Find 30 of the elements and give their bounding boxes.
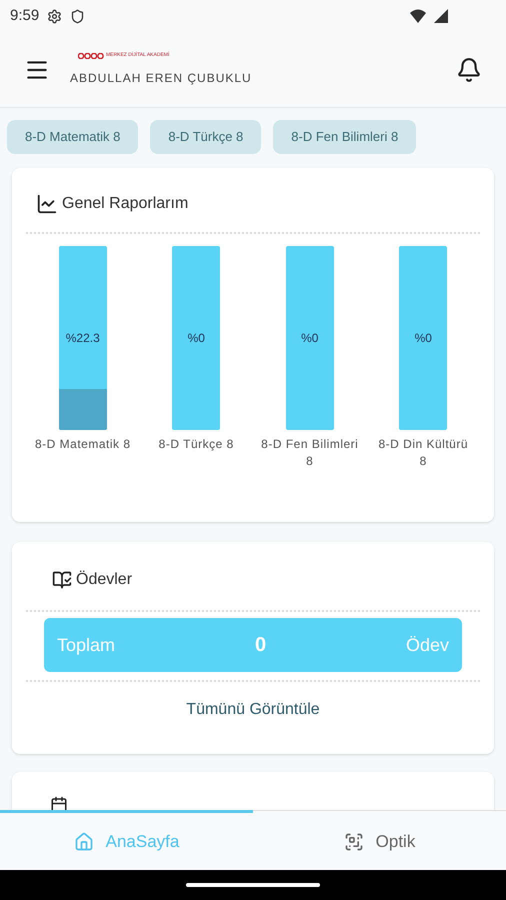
- nav-tab[interactable]: Optik: [253, 810, 506, 870]
- status-time: 9:59: [10, 6, 40, 26]
- bar-label: 8-D Matematik 8: [34, 436, 131, 453]
- total-count: 0: [254, 633, 266, 658]
- notification-icon[interactable]: [456, 56, 482, 82]
- qr-code-icon: [344, 832, 364, 852]
- course-tab[interactable]: 8-D Fen Bilimleri 8: [273, 120, 416, 154]
- user-name: ABDULLAH EREN ÇUBUKLU: [70, 70, 253, 88]
- homework-icon: [52, 570, 72, 590]
- logo-icon: [78, 52, 104, 58]
- bar-reading: %0: [301, 330, 318, 347]
- card-title: Ödevler: [76, 570, 132, 590]
- course-tab[interactable]: 8-D Türkçe 8: [150, 120, 262, 154]
- home-icon: [74, 832, 94, 852]
- total-unit: Ödev: [406, 634, 449, 656]
- bar-reading: %22.3: [66, 330, 100, 347]
- total-label: Toplam: [57, 634, 116, 657]
- bar-reading: %0: [188, 330, 205, 347]
- shield-icon: [70, 8, 86, 24]
- settings-icon: [47, 8, 62, 24]
- chart-icon: [36, 193, 58, 215]
- bar-label: 8-D Türkçe 8: [158, 436, 234, 453]
- signal-icon: [434, 9, 448, 23]
- card-title: Genel Raporlarım: [62, 194, 188, 214]
- view-all-link[interactable]: Tümünü Görüntüle: [186, 698, 320, 722]
- bar-label: 8-D Fen Bilimleri 8: [260, 436, 360, 470]
- bar-reading: %0: [414, 330, 432, 347]
- bar-label: 8-D Din Kültürü 8: [377, 436, 470, 470]
- wifi-icon: [410, 9, 426, 23]
- course-tab[interactable]: 8-D Matematik 8: [7, 120, 138, 154]
